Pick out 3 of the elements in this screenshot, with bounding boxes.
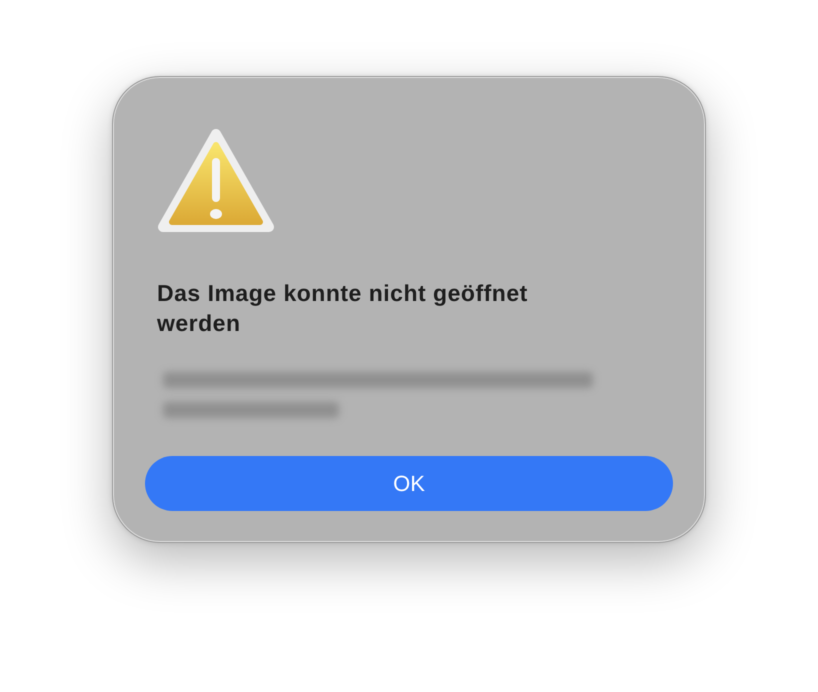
ok-button[interactable]: OK (145, 456, 673, 511)
warning-icon (157, 128, 275, 234)
alert-title: Das Image konnte nicht geöffnet werden (157, 279, 529, 338)
